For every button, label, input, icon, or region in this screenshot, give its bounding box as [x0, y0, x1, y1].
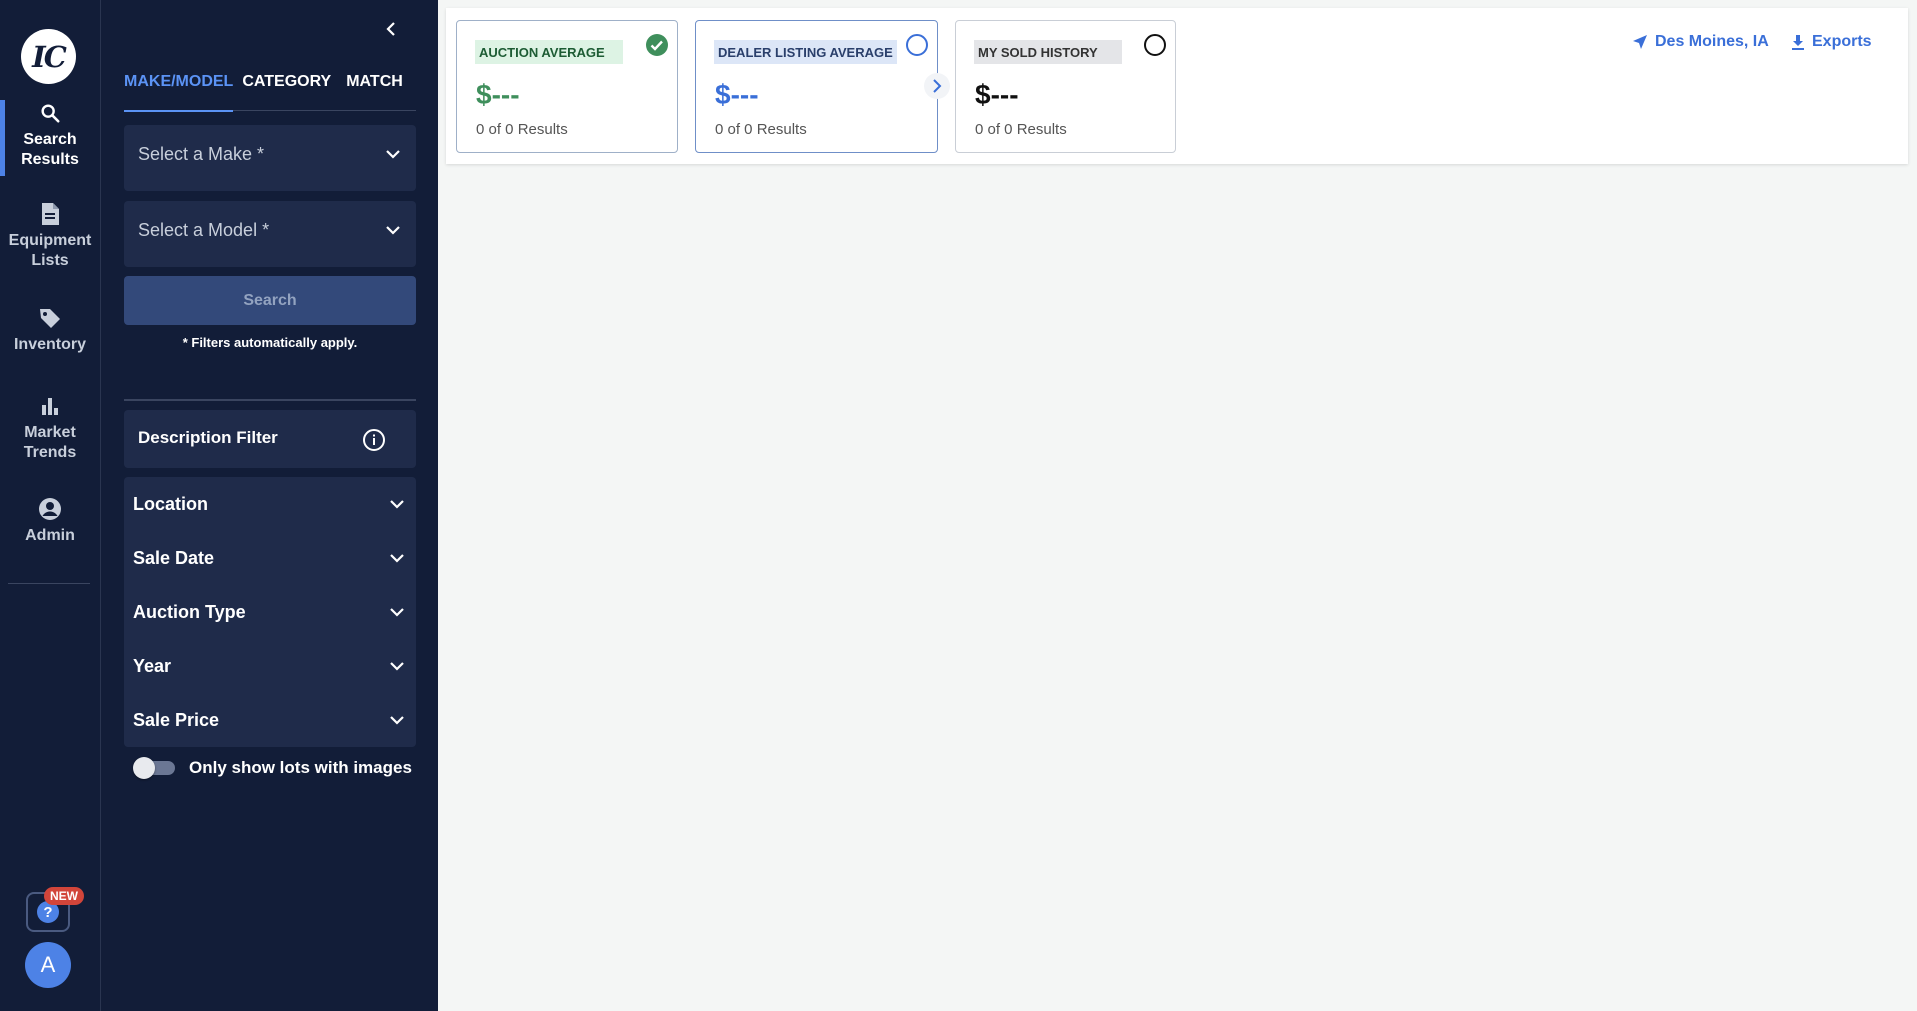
- accordion-label: Location: [133, 494, 208, 514]
- nav-item-label: Admin: [25, 527, 75, 544]
- location-label: Des Moines, IA: [1655, 33, 1769, 50]
- nav-item-equipment-lists[interactable]: Equipment Lists: [0, 201, 100, 277]
- nav-rail: IC Search Results Equipment Lists Invent…: [0, 0, 101, 1011]
- collapse-panel-button[interactable]: [379, 17, 403, 41]
- user-avatar[interactable]: A: [25, 942, 71, 988]
- make-select[interactable]: Select a Make *: [124, 125, 416, 191]
- panel-divider: [124, 399, 416, 401]
- model-select[interactable]: Select a Model *: [124, 201, 416, 267]
- auto-apply-note: * Filters automatically apply.: [182, 335, 358, 350]
- info-icon[interactable]: [362, 428, 386, 452]
- description-filter-label: Description Filter: [138, 428, 278, 447]
- card-result-count: 0 of 0 Results: [715, 121, 807, 138]
- accordion-location[interactable]: Location: [124, 477, 416, 531]
- dealer-listing-average-card[interactable]: DEALER LISTING AVERAGE $--- 0 of 0 Resul…: [695, 20, 938, 153]
- nav-item-admin[interactable]: Admin: [0, 496, 100, 554]
- card-price: $---: [476, 79, 520, 110]
- location-link[interactable]: Des Moines, IA: [1632, 33, 1769, 51]
- accordion-year[interactable]: Year: [124, 639, 416, 693]
- filter-panel: MAKE/MODEL CATEGORY MATCH Select a Make …: [101, 0, 438, 1011]
- logo-text: IC: [32, 39, 67, 74]
- description-filter[interactable]: Description Filter: [124, 410, 416, 468]
- accordion-sale-price[interactable]: Sale Price: [124, 693, 416, 747]
- images-toggle-label: Only show lots with images: [189, 758, 412, 777]
- exports-link[interactable]: Exports: [1791, 33, 1872, 51]
- accordion-label: Sale Price: [133, 710, 220, 730]
- accordion-label: Year: [133, 656, 172, 676]
- card-tag: MY SOLD HISTORY: [974, 40, 1122, 64]
- nav-item-label: Market Trends: [23, 424, 77, 461]
- chevron-down-icon: [390, 608, 404, 617]
- make-select-placeholder: Select a Make *: [138, 144, 265, 164]
- switch-knob: [133, 757, 155, 779]
- auction-average-card[interactable]: AUCTION AVERAGE $--- 0 of 0 Results: [456, 20, 678, 153]
- card-price: $---: [715, 79, 759, 110]
- tag-icon: [37, 305, 63, 331]
- check-circle-icon: [646, 34, 668, 56]
- filter-accordion-group: Location Sale Date Auction Type Year Sal…: [124, 477, 416, 747]
- summary-bar: AUCTION AVERAGE $--- 0 of 0 Results DEAL…: [446, 8, 1908, 164]
- chevron-down-icon: [390, 662, 404, 671]
- search-button[interactable]: Search: [124, 276, 416, 325]
- navigation-arrow-icon: [1633, 35, 1647, 49]
- tab-make-model[interactable]: MAKE/MODEL: [124, 62, 234, 112]
- card-result-count: 0 of 0 Results: [476, 121, 568, 138]
- nav-divider: [8, 583, 90, 584]
- chevron-down-icon: [386, 226, 400, 235]
- accordion-label: Auction Type: [133, 602, 246, 622]
- nav-item-label: Equipment Lists: [8, 232, 92, 269]
- card-price: $---: [975, 79, 1019, 110]
- radio-circle-icon: [906, 34, 928, 56]
- chevron-right-icon: [933, 79, 942, 93]
- search-icon: [37, 100, 63, 126]
- bar-chart-icon: [37, 393, 63, 419]
- nav-item-label: Inventory: [13, 336, 86, 353]
- nav-item-market-trends[interactable]: Market Trends: [0, 393, 100, 469]
- accordion-label: Sale Date: [133, 548, 215, 568]
- nav-item-search-results[interactable]: Search Results: [0, 100, 100, 176]
- chevron-down-icon: [390, 500, 404, 509]
- new-badge: NEW: [44, 887, 84, 905]
- images-toggle-switch[interactable]: [133, 757, 177, 779]
- app-logo[interactable]: IC: [21, 29, 76, 84]
- card-tag: DEALER LISTING AVERAGE: [714, 40, 897, 64]
- accordion-auction-type[interactable]: Auction Type: [124, 585, 416, 639]
- download-icon: [1792, 35, 1804, 50]
- images-toggle-row: Only show lots with images: [133, 757, 412, 779]
- chevron-left-icon: [386, 22, 395, 36]
- exports-label: Exports: [1812, 33, 1872, 50]
- document-icon: [37, 201, 63, 227]
- card-tag: AUCTION AVERAGE: [475, 40, 623, 64]
- card-result-count: 0 of 0 Results: [975, 121, 1067, 138]
- tab-match[interactable]: MATCH: [346, 62, 403, 111]
- chevron-down-icon: [386, 150, 400, 159]
- accordion-sale-date[interactable]: Sale Date: [124, 531, 416, 585]
- chevron-down-icon: [390, 716, 404, 725]
- nav-item-label: Search Results: [21, 131, 79, 168]
- nav-item-inventory[interactable]: Inventory: [0, 305, 100, 363]
- filter-tabs: MAKE/MODEL CATEGORY MATCH: [124, 62, 416, 112]
- next-card-button[interactable]: [924, 73, 950, 99]
- tab-category[interactable]: CATEGORY: [242, 62, 331, 111]
- account-circle-icon: [37, 496, 63, 522]
- radio-circle-icon: [1144, 34, 1166, 56]
- model-select-placeholder: Select a Model *: [138, 220, 270, 240]
- chevron-down-icon: [390, 554, 404, 563]
- my-sold-history-card[interactable]: MY SOLD HISTORY $--- 0 of 0 Results: [955, 20, 1176, 153]
